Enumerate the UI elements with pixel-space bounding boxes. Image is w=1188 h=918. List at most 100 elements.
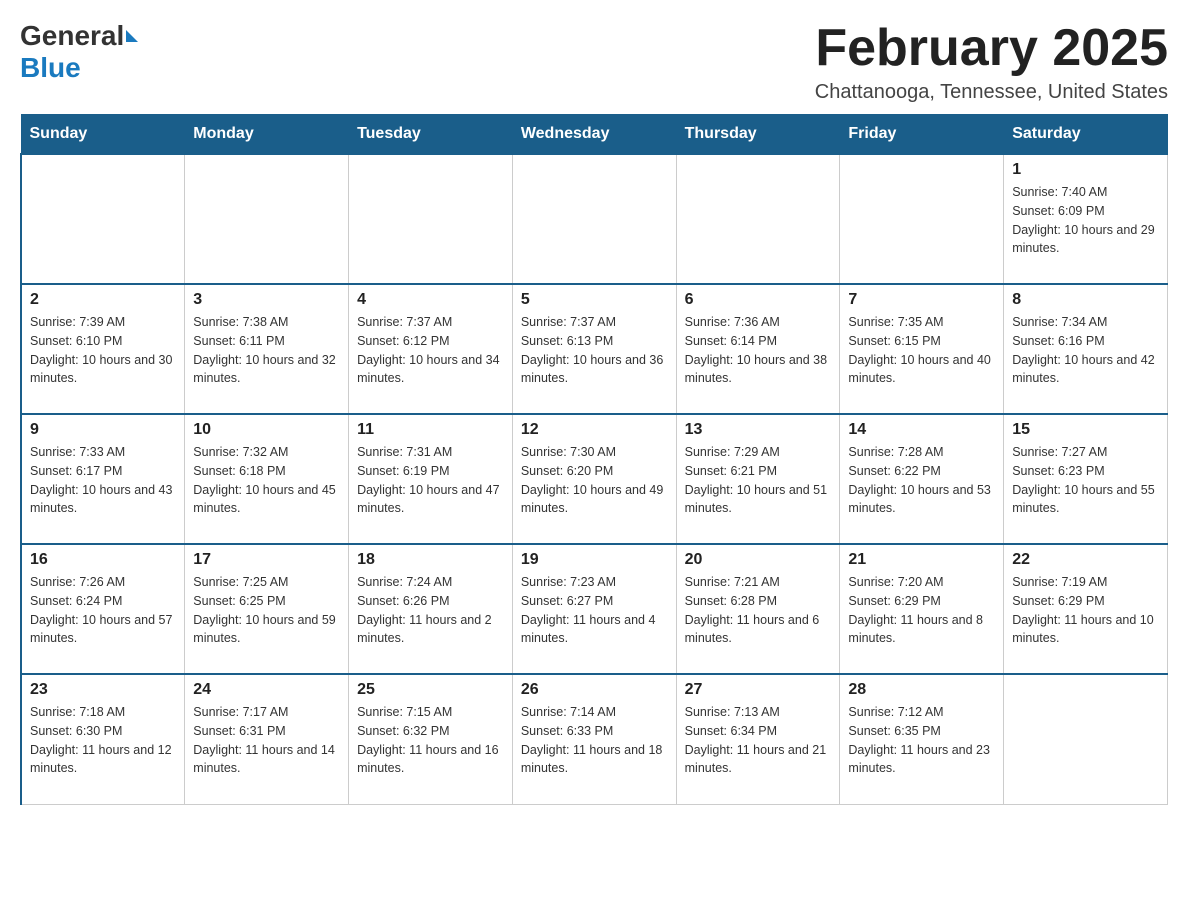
calendar-cell-w1-d1 — [21, 154, 185, 284]
logo-blue-text: Blue — [20, 52, 81, 84]
calendar-cell-w2-d4: 5 Sunrise: 7:37 AMSunset: 6:13 PMDaylight… — [512, 284, 676, 414]
calendar-cell-w4-d2: 17 Sunrise: 7:25 AMSunset: 6:25 PMDayligh… — [185, 544, 349, 674]
day-number: 19 — [521, 551, 668, 569]
calendar-cell-w4-d1: 16 Sunrise: 7:26 AMSunset: 6:24 PMDayligh… — [21, 544, 185, 674]
header-wednesday: Wednesday — [512, 115, 676, 155]
calendar-cell-w2-d1: 2 Sunrise: 7:39 AMSunset: 6:10 PMDaylight… — [21, 284, 185, 414]
day-number: 17 — [193, 551, 340, 569]
day-number: 12 — [521, 421, 668, 439]
day-info: Sunrise: 7:25 AMSunset: 6:25 PMDaylight:… — [193, 573, 340, 648]
calendar-cell-w3-d4: 12 Sunrise: 7:30 AMSunset: 6:20 PMDayligh… — [512, 414, 676, 544]
header-sunday: Sunday — [21, 115, 185, 155]
day-info: Sunrise: 7:31 AMSunset: 6:19 PMDaylight:… — [357, 443, 504, 518]
calendar-cell-w4-d7: 22 Sunrise: 7:19 AMSunset: 6:29 PMDayligh… — [1004, 544, 1168, 674]
calendar-cell-w2-d6: 7 Sunrise: 7:35 AMSunset: 6:15 PMDaylight… — [840, 284, 1004, 414]
calendar-cell-w1-d2 — [185, 154, 349, 284]
day-number: 7 — [848, 291, 995, 309]
week-row-2: 2 Sunrise: 7:39 AMSunset: 6:10 PMDaylight… — [21, 284, 1168, 414]
header: General Blue February 2025 Chattanooga, … — [20, 20, 1168, 104]
calendar-cell-w1-d6 — [840, 154, 1004, 284]
week-row-5: 23Sunrise: 7:18 AMSunset: 6:30 PMDayligh… — [21, 674, 1168, 804]
day-number: 1 — [1012, 161, 1159, 179]
calendar-cell-w5-d7 — [1004, 674, 1168, 804]
header-row: Sunday Monday Tuesday Wednesday Thursday… — [21, 115, 1168, 155]
day-info: Sunrise: 7:37 AMSunset: 6:12 PMDaylight:… — [357, 313, 504, 388]
day-info: Sunrise: 7:12 AMSunset: 6:35 PMDaylight:… — [848, 703, 995, 778]
logo-general: General — [20, 20, 138, 52]
day-number: 14 — [848, 421, 995, 439]
day-number: 2 — [30, 291, 176, 309]
day-info: Sunrise: 7:17 AMSunset: 6:31 PMDaylight:… — [193, 703, 340, 778]
day-info: Sunrise: 7:15 AMSunset: 6:32 PMDaylight:… — [357, 703, 504, 778]
calendar-title: February 2025 — [815, 20, 1168, 77]
calendar-cell-w5-d5: 27Sunrise: 7:13 AMSunset: 6:34 PMDayligh… — [676, 674, 840, 804]
day-number: 28 — [848, 681, 995, 699]
day-info: Sunrise: 7:29 AMSunset: 6:21 PMDaylight:… — [685, 443, 832, 518]
header-thursday: Thursday — [676, 115, 840, 155]
title-area: February 2025 Chattanooga, Tennessee, Un… — [815, 20, 1168, 104]
calendar-cell-w4-d5: 20 Sunrise: 7:21 AMSunset: 6:28 PMDayligh… — [676, 544, 840, 674]
calendar-cell-w5-d1: 23Sunrise: 7:18 AMSunset: 6:30 PMDayligh… — [21, 674, 185, 804]
calendar-cell-w3-d5: 13 Sunrise: 7:29 AMSunset: 6:21 PMDayligh… — [676, 414, 840, 544]
day-number: 9 — [30, 421, 176, 439]
day-number: 22 — [1012, 551, 1159, 569]
day-number: 5 — [521, 291, 668, 309]
calendar-cell-w3-d7: 15Sunrise: 7:27 AMSunset: 6:23 PMDayligh… — [1004, 414, 1168, 544]
header-monday: Monday — [185, 115, 349, 155]
calendar-cell-w5-d4: 26Sunrise: 7:14 AMSunset: 6:33 PMDayligh… — [512, 674, 676, 804]
logo-general-text: General — [20, 20, 124, 52]
day-number: 20 — [685, 551, 832, 569]
day-number: 13 — [685, 421, 832, 439]
day-info: Sunrise: 7:27 AMSunset: 6:23 PMDaylight:… — [1012, 443, 1159, 518]
calendar-cell-w1-d3 — [349, 154, 513, 284]
header-saturday: Saturday — [1004, 115, 1168, 155]
calendar-cell-w3-d3: 11 Sunrise: 7:31 AMSunset: 6:19 PMDayligh… — [349, 414, 513, 544]
calendar-cell-w2-d5: 6 Sunrise: 7:36 AMSunset: 6:14 PMDaylight… — [676, 284, 840, 414]
day-number: 3 — [193, 291, 340, 309]
calendar-cell-w2-d7: 8 Sunrise: 7:34 AMSunset: 6:16 PMDaylight… — [1004, 284, 1168, 414]
logo-arrow-icon — [126, 30, 138, 42]
calendar-cell-w3-d1: 9 Sunrise: 7:33 AMSunset: 6:17 PMDaylight… — [21, 414, 185, 544]
day-info: Sunrise: 7:33 AMSunset: 6:17 PMDaylight:… — [30, 443, 176, 518]
day-info: Sunrise: 7:34 AMSunset: 6:16 PMDaylight:… — [1012, 313, 1159, 388]
day-number: 18 — [357, 551, 504, 569]
header-friday: Friday — [840, 115, 1004, 155]
calendar-table: Sunday Monday Tuesday Wednesday Thursday… — [20, 114, 1168, 805]
calendar-cell-w5-d3: 25Sunrise: 7:15 AMSunset: 6:32 PMDayligh… — [349, 674, 513, 804]
calendar-cell-w3-d6: 14 Sunrise: 7:28 AMSunset: 6:22 PMDayligh… — [840, 414, 1004, 544]
day-info: Sunrise: 7:13 AMSunset: 6:34 PMDaylight:… — [685, 703, 832, 778]
day-info: Sunrise: 7:26 AMSunset: 6:24 PMDaylight:… — [30, 573, 176, 648]
day-number: 16 — [30, 551, 176, 569]
week-row-3: 9 Sunrise: 7:33 AMSunset: 6:17 PMDaylight… — [21, 414, 1168, 544]
day-number: 8 — [1012, 291, 1159, 309]
calendar-cell-w1-d7: 1 Sunrise: 7:40 AMSunset: 6:09 PMDaylight… — [1004, 154, 1168, 284]
calendar-cell-w2-d2: 3 Sunrise: 7:38 AMSunset: 6:11 PMDaylight… — [185, 284, 349, 414]
day-info: Sunrise: 7:24 AMSunset: 6:26 PMDaylight:… — [357, 573, 504, 648]
calendar-cell-w4-d6: 21Sunrise: 7:20 AMSunset: 6:29 PMDayligh… — [840, 544, 1004, 674]
calendar-cell-w4-d3: 18 Sunrise: 7:24 AMSunset: 6:26 PMDayligh… — [349, 544, 513, 674]
day-number: 26 — [521, 681, 668, 699]
day-number: 10 — [193, 421, 340, 439]
day-info: Sunrise: 7:19 AMSunset: 6:29 PMDaylight:… — [1012, 573, 1159, 648]
calendar-cell-w2-d3: 4 Sunrise: 7:37 AMSunset: 6:12 PMDaylight… — [349, 284, 513, 414]
day-number: 11 — [357, 421, 504, 439]
day-number: 4 — [357, 291, 504, 309]
day-info: Sunrise: 7:35 AMSunset: 6:15 PMDaylight:… — [848, 313, 995, 388]
day-info: Sunrise: 7:39 AMSunset: 6:10 PMDaylight:… — [30, 313, 176, 388]
day-info: Sunrise: 7:21 AMSunset: 6:28 PMDaylight:… — [685, 573, 832, 648]
day-info: Sunrise: 7:36 AMSunset: 6:14 PMDaylight:… — [685, 313, 832, 388]
day-info: Sunrise: 7:40 AMSunset: 6:09 PMDaylight:… — [1012, 183, 1159, 258]
day-info: Sunrise: 7:38 AMSunset: 6:11 PMDaylight:… — [193, 313, 340, 388]
day-info: Sunrise: 7:30 AMSunset: 6:20 PMDaylight:… — [521, 443, 668, 518]
calendar-cell-w4-d4: 19Sunrise: 7:23 AMSunset: 6:27 PMDayligh… — [512, 544, 676, 674]
day-info: Sunrise: 7:37 AMSunset: 6:13 PMDaylight:… — [521, 313, 668, 388]
calendar-cell-w1-d4 — [512, 154, 676, 284]
week-row-4: 16 Sunrise: 7:26 AMSunset: 6:24 PMDayligh… — [21, 544, 1168, 674]
day-number: 24 — [193, 681, 340, 699]
day-info: Sunrise: 7:32 AMSunset: 6:18 PMDaylight:… — [193, 443, 340, 518]
day-info: Sunrise: 7:28 AMSunset: 6:22 PMDaylight:… — [848, 443, 995, 518]
calendar-cell-w5-d6: 28 Sunrise: 7:12 AMSunset: 6:35 PMDayligh… — [840, 674, 1004, 804]
header-tuesday: Tuesday — [349, 115, 513, 155]
day-number: 6 — [685, 291, 832, 309]
calendar-cell-w1-d5 — [676, 154, 840, 284]
